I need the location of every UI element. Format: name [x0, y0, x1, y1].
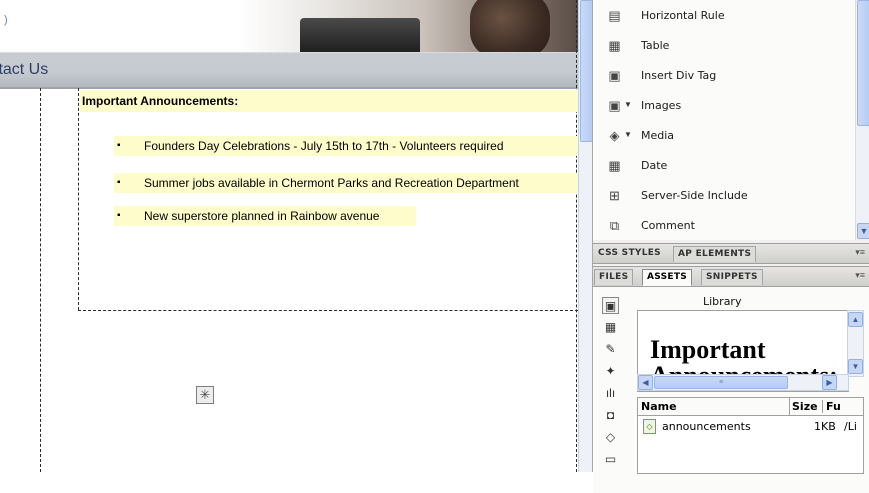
library-item-icon: ◇ — [643, 419, 656, 434]
insert-panel: ▤ Horizontal Rule ▦ Table ▣ Insert Div T… — [593, 0, 855, 240]
asset-list: Name Size Fu ◇ announcements 1KB /Li — [637, 397, 864, 474]
announcement-text: Founders Day Celebrations - July 15th to… — [144, 139, 504, 153]
insert-comment[interactable]: ⧉ Comment — [593, 211, 855, 240]
asset-row[interactable]: ◇ announcements 1KB /Li — [638, 418, 863, 436]
bullet: ▪ — [117, 177, 121, 188]
css-panel-tabs: CSS STYLES AP ELEMENTS ▾≡ — [593, 243, 869, 264]
panel-options-menu-icon[interactable]: ▾≡ — [855, 247, 865, 258]
insert-panel-scrollbar[interactable]: ▼ — [855, 0, 869, 240]
asset-category-bar: ▣ ▦ ✎ ✦ ılı ◘ ◇ ▭ — [597, 291, 627, 493]
banner-laptop-image — [300, 18, 420, 52]
table-icon: ▦ — [608, 38, 621, 53]
comment-icon: ⧉ — [609, 218, 620, 233]
nav-link-contact-us[interactable]: ıtact Us — [0, 61, 48, 79]
tab-assets[interactable]: ASSETS — [642, 269, 693, 286]
banner-mark: ) — [4, 14, 8, 26]
preview-vertical-scrollbar[interactable]: ▲ ▼ — [847, 310, 864, 377]
templates-category-icon[interactable]: ▭ — [602, 451, 619, 468]
insert-item-label: Horizontal Rule — [641, 9, 725, 22]
tab-ap-elements[interactable]: AP ELEMENTS — [673, 246, 757, 262]
calendar-icon: ▦ — [608, 158, 621, 173]
content-box-bottom-border — [78, 310, 578, 311]
layout-guide-right — [576, 0, 577, 472]
images-category-icon[interactable]: ▣ — [602, 297, 619, 314]
asset-name: announcements — [662, 420, 751, 433]
insert-images[interactable]: ▣ ▼ Images — [593, 91, 855, 121]
header-banner: ) — [0, 0, 578, 52]
announcement-item[interactable]: ▪ New superstore planned in Rainbow aven… — [114, 206, 416, 226]
scroll-down-button[interactable]: ▼ — [857, 223, 869, 239]
insert-item-label: Table — [641, 39, 670, 52]
insert-item-label: Comment — [641, 219, 695, 232]
insert-server-side-include[interactable]: ⊞ Server-Side Include — [593, 181, 855, 211]
media-icon: ◈ — [609, 128, 620, 143]
banner-person-image — [470, 0, 550, 52]
server-include-icon: ⊞ — [609, 188, 620, 203]
announcement-text: Summer jobs available in Chermont Parks … — [144, 176, 519, 190]
content-box-left-border — [78, 88, 79, 310]
scrollbar-thumb[interactable] — [857, 0, 869, 126]
insert-item-label: Date — [641, 159, 668, 172]
scroll-right-button[interactable]: ▶ — [822, 375, 837, 390]
insert-item-label: Media — [641, 129, 675, 142]
announcement-item[interactable]: ▪ Summer jobs available in Chermont Park… — [114, 173, 578, 193]
layout-guide-left — [40, 88, 41, 472]
asset-list-header: Name Size Fu — [638, 398, 863, 416]
design-view[interactable]: ) ıtact Us Important Announcements: ▪ Fo… — [0, 0, 578, 472]
design-scrollbar[interactable] — [578, 0, 593, 472]
column-divider — [789, 398, 790, 415]
flash-category-icon[interactable]: ✦ — [602, 363, 619, 380]
scroll-left-button[interactable]: ◀ — [638, 375, 653, 390]
colors-category-icon[interactable]: ▦ — [602, 319, 619, 336]
scrollbar-thumb[interactable]: ≡ — [654, 376, 788, 389]
movies-category-icon[interactable]: ◘ — [602, 407, 619, 424]
announcement-text: New superstore planned in Rainbow avenue — [144, 209, 380, 223]
image-icon: ▣ — [608, 98, 621, 113]
div-tag-icon: ▣ — [608, 68, 621, 83]
scripts-category-icon[interactable]: ◇ — [602, 429, 619, 446]
urls-category-icon[interactable]: ✎ — [602, 341, 619, 358]
dropdown-arrow-icon[interactable]: ▼ — [624, 130, 632, 139]
column-header-path[interactable]: Fu — [822, 400, 841, 413]
announcements-heading[interactable]: Important Announcements: — [80, 90, 578, 112]
tab-files[interactable]: FILES — [594, 269, 634, 285]
tab-snippets[interactable]: SNIPPETS — [701, 269, 763, 285]
shockwave-category-icon[interactable]: ılı — [602, 385, 619, 402]
asset-category-title: Library — [703, 295, 742, 308]
panel-options-menu-icon[interactable]: ▾≡ — [855, 270, 865, 281]
dropdown-arrow-icon[interactable]: ▼ — [624, 100, 632, 109]
files-panel-tabs: FILES ASSETS SNIPPETS ▾≡ — [593, 266, 869, 287]
column-header-name[interactable]: Name — [641, 400, 677, 413]
insert-item-label: Images — [641, 99, 682, 112]
horizontal-rule-icon: ▤ — [608, 8, 621, 23]
insert-horizontal-rule[interactable]: ▤ Horizontal Rule — [593, 1, 855, 31]
column-header-size[interactable]: Size — [792, 400, 818, 413]
bullet: ▪ — [117, 140, 121, 151]
asset-size: 1KB — [814, 420, 836, 433]
tab-css-styles[interactable]: CSS STYLES — [594, 246, 665, 261]
bullet: ▪ — [117, 210, 121, 221]
asset-path: /Li — [844, 420, 857, 433]
preview-horizontal-scrollbar[interactable]: ◀ ≡ ▶ — [637, 374, 849, 391]
scroll-up-button[interactable]: ▲ — [848, 312, 863, 327]
insert-date[interactable]: ▦ Date — [593, 151, 855, 181]
plugin-placeholder-icon[interactable]: ✳ — [196, 386, 214, 404]
insert-item-label: Insert Div Tag — [641, 69, 717, 82]
insert-media[interactable]: ◈ ▼ Media — [593, 121, 855, 151]
insert-item-label: Server-Side Include — [641, 189, 748, 202]
panel-group: ▤ Horizontal Rule ▦ Table ▣ Insert Div T… — [592, 0, 869, 493]
nav-bar — [0, 52, 578, 89]
announcement-item[interactable]: ▪ Founders Day Celebrations - July 15th … — [114, 136, 578, 156]
scroll-down-button[interactable]: ▼ — [848, 359, 863, 374]
insert-table[interactable]: ▦ Table — [593, 31, 855, 61]
insert-div-tag[interactable]: ▣ Insert Div Tag — [593, 61, 855, 91]
